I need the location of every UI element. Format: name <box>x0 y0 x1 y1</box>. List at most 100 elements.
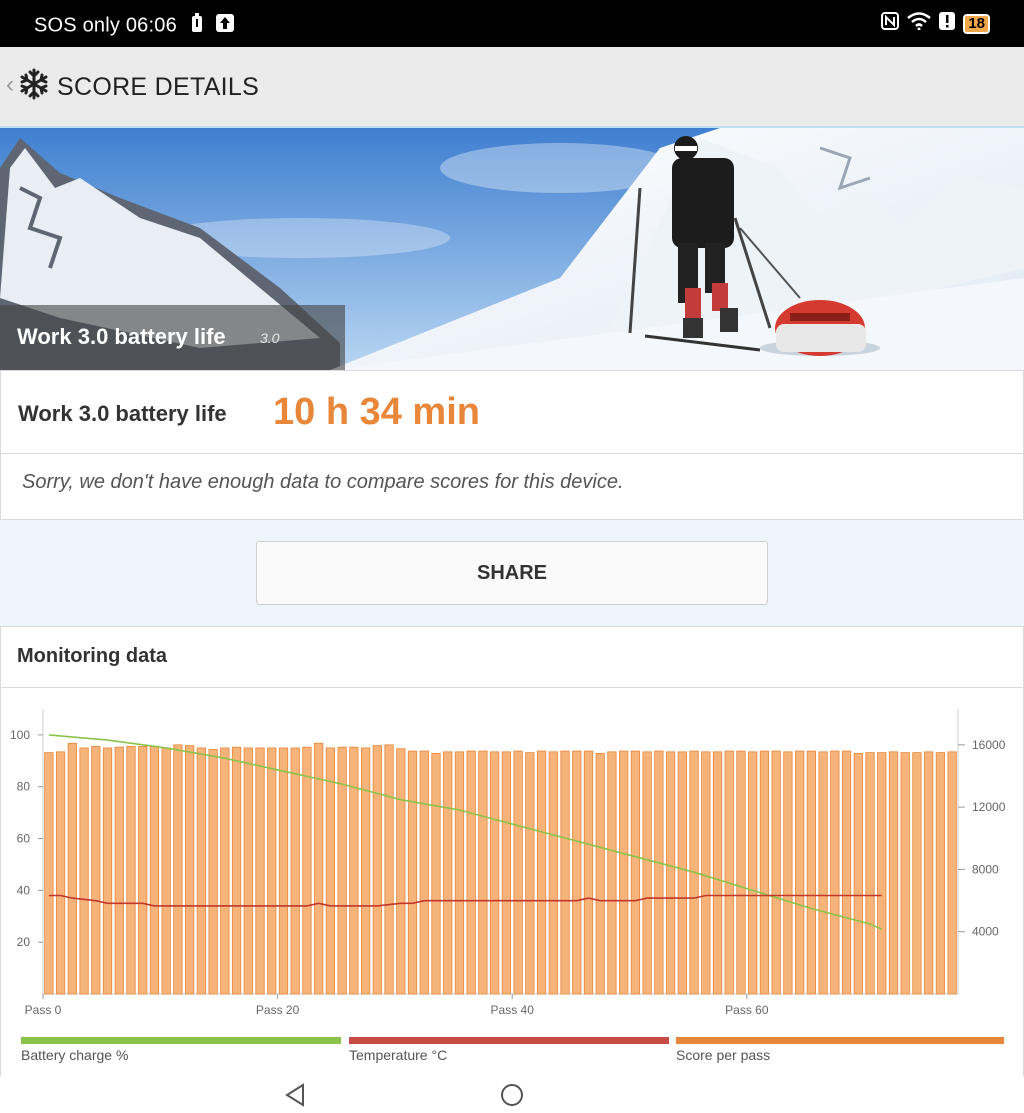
right-tick-label: 16000 <box>972 738 1006 752</box>
score-bar <box>865 752 875 995</box>
nav-back-icon[interactable] <box>283 1082 307 1113</box>
score-bar <box>560 750 570 995</box>
score-bar <box>853 752 863 995</box>
score-row: Work 3.0 battery life 10 h 34 min <box>1 371 1023 454</box>
score-bar <box>55 751 66 995</box>
legend-temperature: Temperature °C <box>349 1037 669 1073</box>
clock: 06:06 <box>125 14 177 37</box>
score-bar <box>806 750 816 995</box>
score-bar <box>642 751 652 995</box>
left-tick-label: 80 <box>17 780 31 794</box>
right-tick-label: 12000 <box>972 800 1006 814</box>
score-bar <box>173 744 183 995</box>
score-bar <box>372 745 382 995</box>
score-label: Work 3.0 battery life <box>18 401 227 426</box>
score-bar <box>759 750 770 995</box>
score-bar <box>665 751 676 995</box>
status-right: 18 <box>881 12 990 35</box>
x-tick-label: Pass 0 <box>25 1003 62 1017</box>
score-bar <box>231 746 242 995</box>
legend-temperature-label: Temperature °C <box>349 1047 448 1063</box>
snowflake-logo-icon[interactable] <box>18 68 50 105</box>
score-bar <box>525 752 535 995</box>
score-bar <box>360 747 371 995</box>
upload-notification-icon <box>216 14 235 38</box>
legend-score-swatch <box>676 1037 1004 1044</box>
score-bar <box>513 750 523 995</box>
score-bar <box>466 750 476 995</box>
score-bar <box>407 750 418 995</box>
nav-home-icon[interactable] <box>499 1082 525 1113</box>
score-bar <box>302 746 312 995</box>
score-bar <box>572 750 582 995</box>
left-tick-label: 100 <box>10 728 30 742</box>
score-bar <box>877 752 887 995</box>
score-bar <box>325 747 336 995</box>
score-bar <box>149 745 160 995</box>
score-bar <box>102 747 113 995</box>
legend-score: Score per pass <box>676 1037 1004 1073</box>
alert-icon <box>939 12 956 35</box>
hero-title: Work 3.0 battery life <box>17 324 226 349</box>
comparison-note: Sorry, we don't have enough data to comp… <box>22 471 624 493</box>
x-tick-label: Pass 20 <box>256 1003 300 1017</box>
score-bar <box>478 750 488 995</box>
score-bar <box>536 750 547 995</box>
score-bar <box>419 750 429 995</box>
score-bar <box>830 750 840 995</box>
right-tick-label: 8000 <box>972 862 999 876</box>
score-bar <box>208 749 218 995</box>
hero-caption: Work 3.0 battery life 3.0 <box>0 305 345 370</box>
battery-saver-icon <box>191 13 203 39</box>
monitoring-card: Monitoring data 20 40 60 80 100 4000 8000 12000… <box>0 626 1024 1078</box>
left-tick-label: 20 <box>17 935 31 949</box>
score-bar <box>841 750 852 995</box>
nfc-icon <box>881 12 900 35</box>
score-value: 10 h 34 min <box>273 391 480 433</box>
score-bar <box>196 747 206 995</box>
status-left: SOS only 06:06 <box>34 13 235 39</box>
score-bar <box>267 747 277 995</box>
left-tick-label: 60 <box>17 832 31 846</box>
score-bar <box>278 747 289 995</box>
score-bar <box>243 747 253 995</box>
score-bar <box>712 751 723 995</box>
score-bar <box>185 745 195 995</box>
back-chevron-icon[interactable]: ‹ <box>6 71 14 99</box>
wifi-icon <box>907 12 932 35</box>
legend-temperature-swatch <box>349 1037 669 1044</box>
score-bar <box>443 751 453 995</box>
x-tick-label: Pass 40 <box>491 1003 535 1017</box>
score-bar <box>654 750 664 995</box>
score-bar <box>630 750 641 995</box>
hero-version: 3.0 <box>260 330 280 346</box>
score-bar <box>384 744 394 995</box>
score-bar <box>548 751 558 995</box>
score-card: Work 3.0 battery life 10 h 34 min Sorry,… <box>0 370 1024 520</box>
score-bar <box>349 746 359 995</box>
share-button[interactable]: SHARE <box>256 541 768 605</box>
battery-indicator: 18 <box>963 13 990 34</box>
score-bar <box>748 751 758 995</box>
legend-battery: Battery charge % <box>21 1037 341 1073</box>
score-bar <box>220 747 230 995</box>
score-bar <box>138 745 148 995</box>
score-bar <box>900 752 910 995</box>
hero-banner: Work 3.0 battery life 3.0 <box>0 128 1024 370</box>
score-bar <box>795 750 805 995</box>
score-bar <box>314 742 324 995</box>
score-bar <box>91 745 101 995</box>
x-tick-label: Pass 60 <box>725 1003 769 1017</box>
left-tick-label: 40 <box>17 883 31 897</box>
legend-battery-label: Battery charge % <box>21 1047 129 1063</box>
legend-score-label: Score per pass <box>676 1047 771 1063</box>
score-bar <box>619 750 629 995</box>
score-bar <box>431 752 441 995</box>
status-bar: SOS only 06:06 18 <box>0 0 1024 47</box>
system-nav-bar <box>0 1076 1024 1113</box>
score-bar <box>607 751 617 995</box>
score-bar <box>818 751 828 995</box>
score-bar <box>255 747 265 995</box>
monitoring-title: Monitoring data <box>17 645 167 667</box>
score-bar <box>454 751 465 995</box>
